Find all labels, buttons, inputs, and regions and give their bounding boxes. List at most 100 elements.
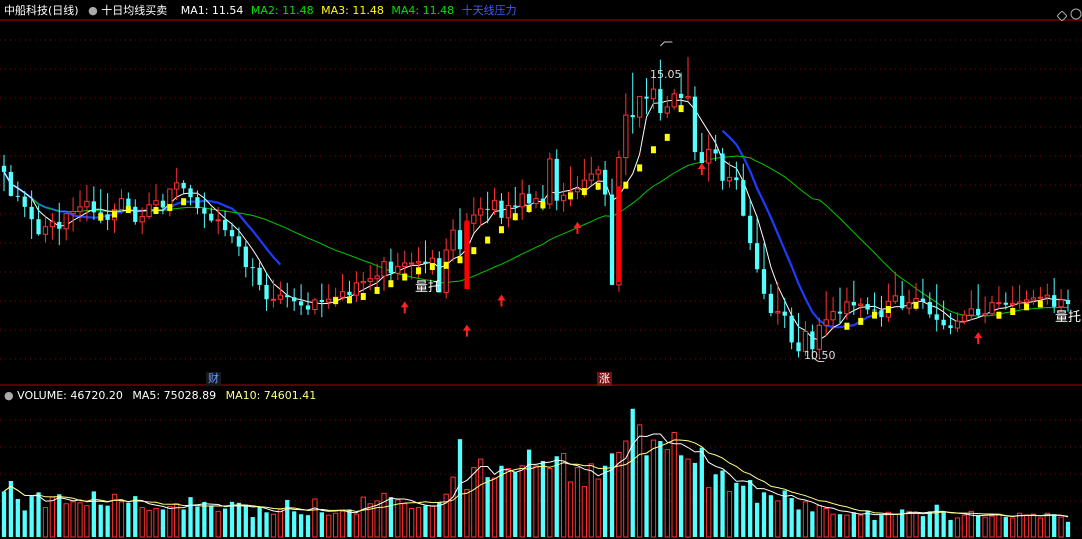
- volume-bar: [423, 505, 428, 537]
- candle-body: [374, 275, 380, 280]
- limit-up-event-label: 涨: [599, 372, 610, 385]
- stock-name[interactable]: 中船科技: [4, 4, 48, 17]
- ma3-signal-mark: [498, 226, 504, 234]
- volume-bar: [802, 501, 809, 538]
- candle-body: [367, 278, 373, 282]
- candle-body: [153, 200, 159, 206]
- candle-body: [858, 303, 864, 306]
- volume-bar: [153, 508, 159, 538]
- candle-body: [285, 295, 290, 298]
- candle-body: [339, 291, 346, 298]
- circle-icon[interactable]: [1070, 5, 1082, 20]
- candle-body: [851, 302, 856, 306]
- volume-bar: [174, 503, 180, 538]
- volume-bar: [1058, 516, 1064, 538]
- volume-ma10-value: MA10: 74601.41: [225, 389, 317, 402]
- volume-bar: [595, 478, 601, 538]
- volume-bar: [560, 452, 567, 538]
- volume-bar: [485, 477, 490, 537]
- candle-body: [84, 200, 90, 208]
- candle-body: [118, 198, 125, 211]
- finance-event-marker[interactable]: 财: [206, 372, 221, 386]
- candle-body: [1003, 302, 1008, 305]
- candle-body: [188, 188, 193, 198]
- candle-body: [8, 171, 14, 196]
- ma3-signal-mark: [374, 286, 380, 294]
- volume-dropdown-icon[interactable]: ●: [4, 389, 14, 402]
- candle-body: [15, 195, 20, 197]
- volume-bar: [270, 513, 277, 538]
- ma3-signal-mark: [913, 301, 919, 309]
- candle-body: [989, 302, 995, 315]
- ma3-signal-mark: [485, 236, 491, 244]
- volume-bar: [1023, 514, 1030, 538]
- indicator-name[interactable]: 十日均线买卖: [101, 4, 167, 17]
- volume-bar: [685, 458, 691, 538]
- volume-bar: [934, 504, 939, 537]
- ma3-signal-mark: [1010, 308, 1016, 316]
- volume-bar: [526, 449, 532, 537]
- volume-bar-series: [1, 408, 1071, 538]
- candle-body: [57, 221, 62, 229]
- candle-body: [1058, 299, 1064, 308]
- ma3-signal-mark: [167, 204, 173, 212]
- ma3-signal-mark: [333, 297, 339, 305]
- ma1-value: MA1: 11.54: [180, 4, 244, 17]
- volume-bar: [540, 461, 546, 537]
- volume-bar: [581, 486, 588, 538]
- candle-body: [229, 230, 235, 237]
- volume-bar: [961, 514, 968, 538]
- volume-bar: [872, 519, 877, 537]
- volume-bar: [602, 465, 608, 537]
- volume-bar: [533, 465, 539, 538]
- liangtuo-label-2: 量托: [1055, 310, 1082, 325]
- volume-bar: [948, 519, 953, 537]
- volume-bar: [609, 453, 615, 537]
- ma2-line: [3, 155, 1068, 317]
- volume-bar: [706, 487, 712, 538]
- volume-bar: [837, 514, 843, 537]
- volume-bar: [636, 424, 643, 538]
- candle-body: [70, 211, 76, 215]
- candle-body: [1016, 301, 1023, 304]
- volume-bar: [264, 512, 269, 537]
- volume-bar: [1065, 521, 1071, 537]
- volume-bar: [181, 509, 186, 537]
- volume-bar: [664, 449, 670, 538]
- volume-bar: [243, 504, 248, 537]
- volume-bar: [996, 513, 1002, 538]
- volume-header: ● VOLUME: 46720.20 MA5: 75028.89 MA10: 7…: [4, 389, 316, 403]
- buy-arrow-icon: [497, 294, 506, 307]
- candle-body: [685, 96, 691, 99]
- candle-body: [720, 153, 725, 181]
- diamond-icon[interactable]: [1056, 6, 1069, 22]
- ma3-signal-mark: [360, 292, 366, 300]
- volume-bar: [195, 506, 200, 537]
- candle-body: [968, 308, 974, 316]
- ma3-signal-mark: [98, 213, 104, 221]
- volume-bar: [160, 509, 166, 537]
- candle-body: [402, 262, 408, 267]
- candle-body: [726, 176, 733, 182]
- candle-body: [692, 96, 698, 153]
- volume-bar: [989, 515, 995, 538]
- volume-bar: [823, 508, 829, 538]
- ma3-signal-mark: [885, 305, 891, 313]
- candle-body: [429, 257, 436, 265]
- limit-up-event-marker[interactable]: 涨: [597, 372, 612, 386]
- candle-body: [347, 291, 352, 296]
- volume-bar: [726, 490, 733, 538]
- volume-bar: [658, 441, 663, 537]
- candle-body: [906, 302, 912, 309]
- candlestick-series: [1, 56, 1071, 360]
- indicator-dropdown-icon[interactable]: ●: [88, 4, 98, 18]
- candle-body: [671, 93, 677, 108]
- volume-bar: [906, 510, 912, 538]
- kline-chart[interactable]: [0, 0, 1082, 539]
- candle-body: [782, 311, 787, 316]
- ma3-signal-mark: [457, 256, 463, 264]
- volume-bar: [588, 463, 594, 538]
- pressure-line-label: 十天线压力: [461, 4, 517, 17]
- candle-body: [636, 96, 643, 118]
- period-label[interactable]: (日线): [48, 4, 79, 17]
